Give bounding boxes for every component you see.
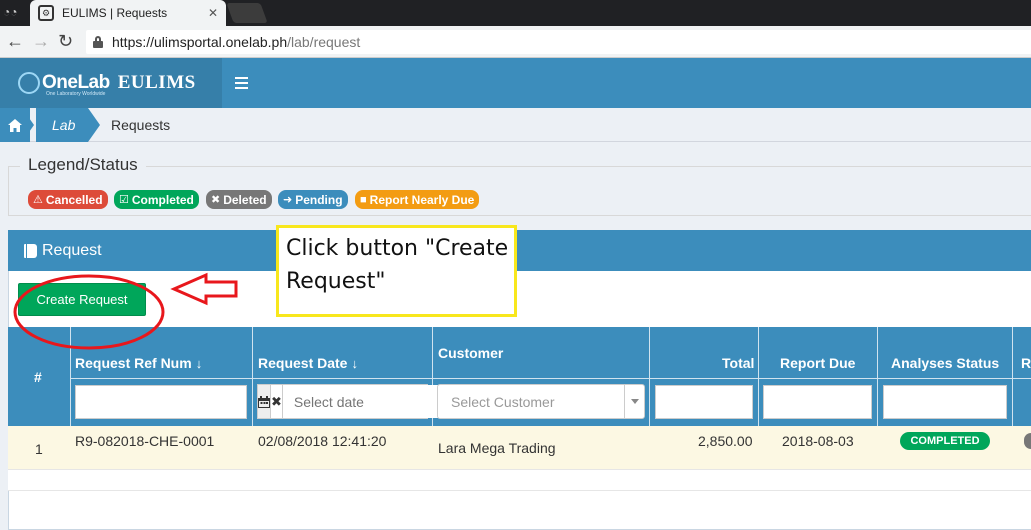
callout-text: Click button "Create Request"	[286, 236, 509, 294]
highlight-ellipse	[13, 274, 165, 350]
pointer-arrow	[170, 272, 238, 306]
